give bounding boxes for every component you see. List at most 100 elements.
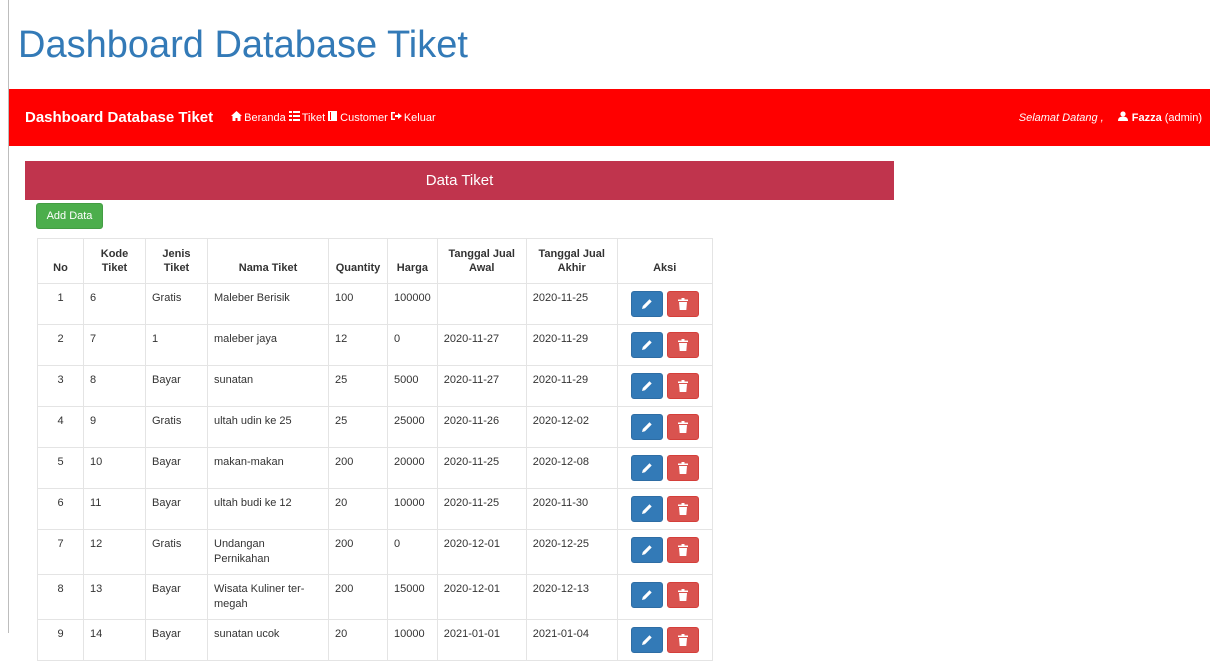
cell-qty: 12 [328,324,388,366]
header-awal-line1: Tanggal Jual [448,248,515,260]
cell-kode: 7 [83,324,146,366]
nav-beranda[interactable]: Beranda [231,111,286,124]
cell-no: 2 [37,324,84,366]
cell-aksi [616,574,713,620]
header-akhir: Tanggal Jual Akhir [525,238,618,284]
edit-button[interactable] [630,414,663,440]
delete-button[interactable] [666,291,699,317]
delete-button[interactable] [666,537,699,563]
navbar-brand[interactable]: Dashboard Database Tiket [25,109,213,126]
nav-beranda-label: Beranda [244,111,286,124]
edit-button[interactable] [630,332,663,358]
table-header-row: No Kode Tiket Jenis Tiket Nama Tiket Quant… [37,238,713,284]
user-menu[interactable]: Fazza (admin) [1117,111,1202,124]
delete-button[interactable] [666,373,699,399]
cell-aksi [616,529,713,575]
edit-button[interactable] [630,291,663,317]
cell-aksi [616,324,713,366]
cell-akhir: 2020-12-13 [525,574,618,620]
user-name: Fazza [1131,111,1162,124]
header-harga: Harga [387,238,438,284]
cell-jenis: 1 [145,324,208,366]
cell-kode: 8 [83,365,146,407]
cell-nama: ultah udin ke 25 [207,406,329,448]
delete-button[interactable] [666,582,699,608]
add-data-button[interactable]: Add Data [36,203,103,229]
table-row: 4 9 Gratis ultah udin ke 25 25 25000 202… [37,406,713,448]
header-akhir-line1: Tanggal Jual [538,248,605,260]
table-row: 7 12 Gratis Undangan Pernikahan 200 0 20… [37,529,713,575]
delete-button[interactable] [666,627,699,653]
table-row: 2 7 1 maleber jaya 12 0 2020-11-27 2020-… [37,324,713,366]
nav-keluar[interactable]: Keluar [390,111,436,124]
logout-icon [390,111,404,124]
cell-awal: 2020-12-01 [436,529,527,575]
table-row: 6 11 Bayar ultah budi ke 12 20 10000 202… [37,488,713,530]
cell-no: 1 [37,283,84,325]
edit-button[interactable] [630,582,663,608]
cell-jenis: Bayar [145,619,208,661]
edit-button[interactable] [630,627,663,653]
table-row: 9 14 Bayar sunatan ucok 20 10000 2021-01… [37,619,713,661]
header-nama: Nama Tiket [207,238,329,284]
cell-harga: 5000 [387,365,438,407]
cell-harga: 15000 [387,574,438,620]
pencil-icon [641,381,652,391]
header-awal: Tanggal Jual Awal [436,238,527,284]
navbar-user-area: Selamat Datang , Fazza (admin) [1019,111,1202,124]
cell-qty: 200 [328,574,388,620]
delete-button[interactable] [666,455,699,481]
page-title: Dashboard Database Tiket [18,24,468,66]
cell-kode: 9 [83,406,146,448]
header-jenis-line2: Tiket [163,262,190,274]
cell-awal: 2020-11-25 [436,488,527,530]
trash-icon [677,380,688,392]
delete-button[interactable] [666,496,699,522]
cell-awal: 2020-11-26 [436,406,527,448]
edit-button[interactable] [630,496,663,522]
cell-aksi [616,283,713,325]
pencil-icon [641,545,652,555]
trash-icon [677,589,688,601]
table-row: 3 8 Bayar sunatan 25 5000 2020-11-27 202… [37,365,713,407]
top-navbar: Dashboard Database Tiket Beranda Tiket C… [9,89,1210,146]
nav-links: Beranda Tiket Customer Keluar [231,111,439,124]
header-aksi: Aksi [616,238,713,284]
edit-button[interactable] [630,455,663,481]
nav-tiket[interactable]: Tiket [288,111,326,124]
cell-no: 4 [37,406,84,448]
cell-jenis: Bayar [145,447,208,489]
cell-awal [436,283,527,325]
table-row: 1 6 Gratis Maleber Berisik 100 100000 20… [37,283,713,325]
cell-nama: Maleber Berisik [207,283,329,325]
table-row: 8 13 Bayar Wisata Kuliner ter-megah 200 … [37,574,713,620]
cell-qty: 100 [328,283,388,325]
cell-kode: 6 [83,283,146,325]
cell-jenis: Gratis [145,283,208,325]
pencil-icon [641,463,652,473]
pencil-icon [641,299,652,309]
trash-icon [677,339,688,351]
user-role: (admin) [1164,111,1202,124]
list-icon [288,111,302,124]
cell-qty: 25 [328,365,388,407]
header-awal-line2: Awal [468,262,495,274]
cell-awal: 2021-01-01 [436,619,527,661]
edit-button[interactable] [630,373,663,399]
cell-harga: 0 [387,324,438,366]
delete-button[interactable] [666,414,699,440]
edit-button[interactable] [630,537,663,563]
nav-keluar-label: Keluar [403,111,436,124]
header-qty: Quantity [328,238,388,284]
trash-icon [677,421,688,433]
cell-akhir: 2020-11-29 [525,365,618,407]
cell-kode: 12 [83,529,146,575]
cell-kode: 11 [83,488,146,530]
pencil-icon [641,422,652,432]
cell-aksi [616,365,713,407]
nav-tiket-label: Tiket [301,111,326,124]
nav-customer[interactable]: Customer [328,111,388,124]
cell-jenis: Gratis [145,529,208,575]
cell-awal: 2020-11-27 [436,365,527,407]
delete-button[interactable] [666,332,699,358]
